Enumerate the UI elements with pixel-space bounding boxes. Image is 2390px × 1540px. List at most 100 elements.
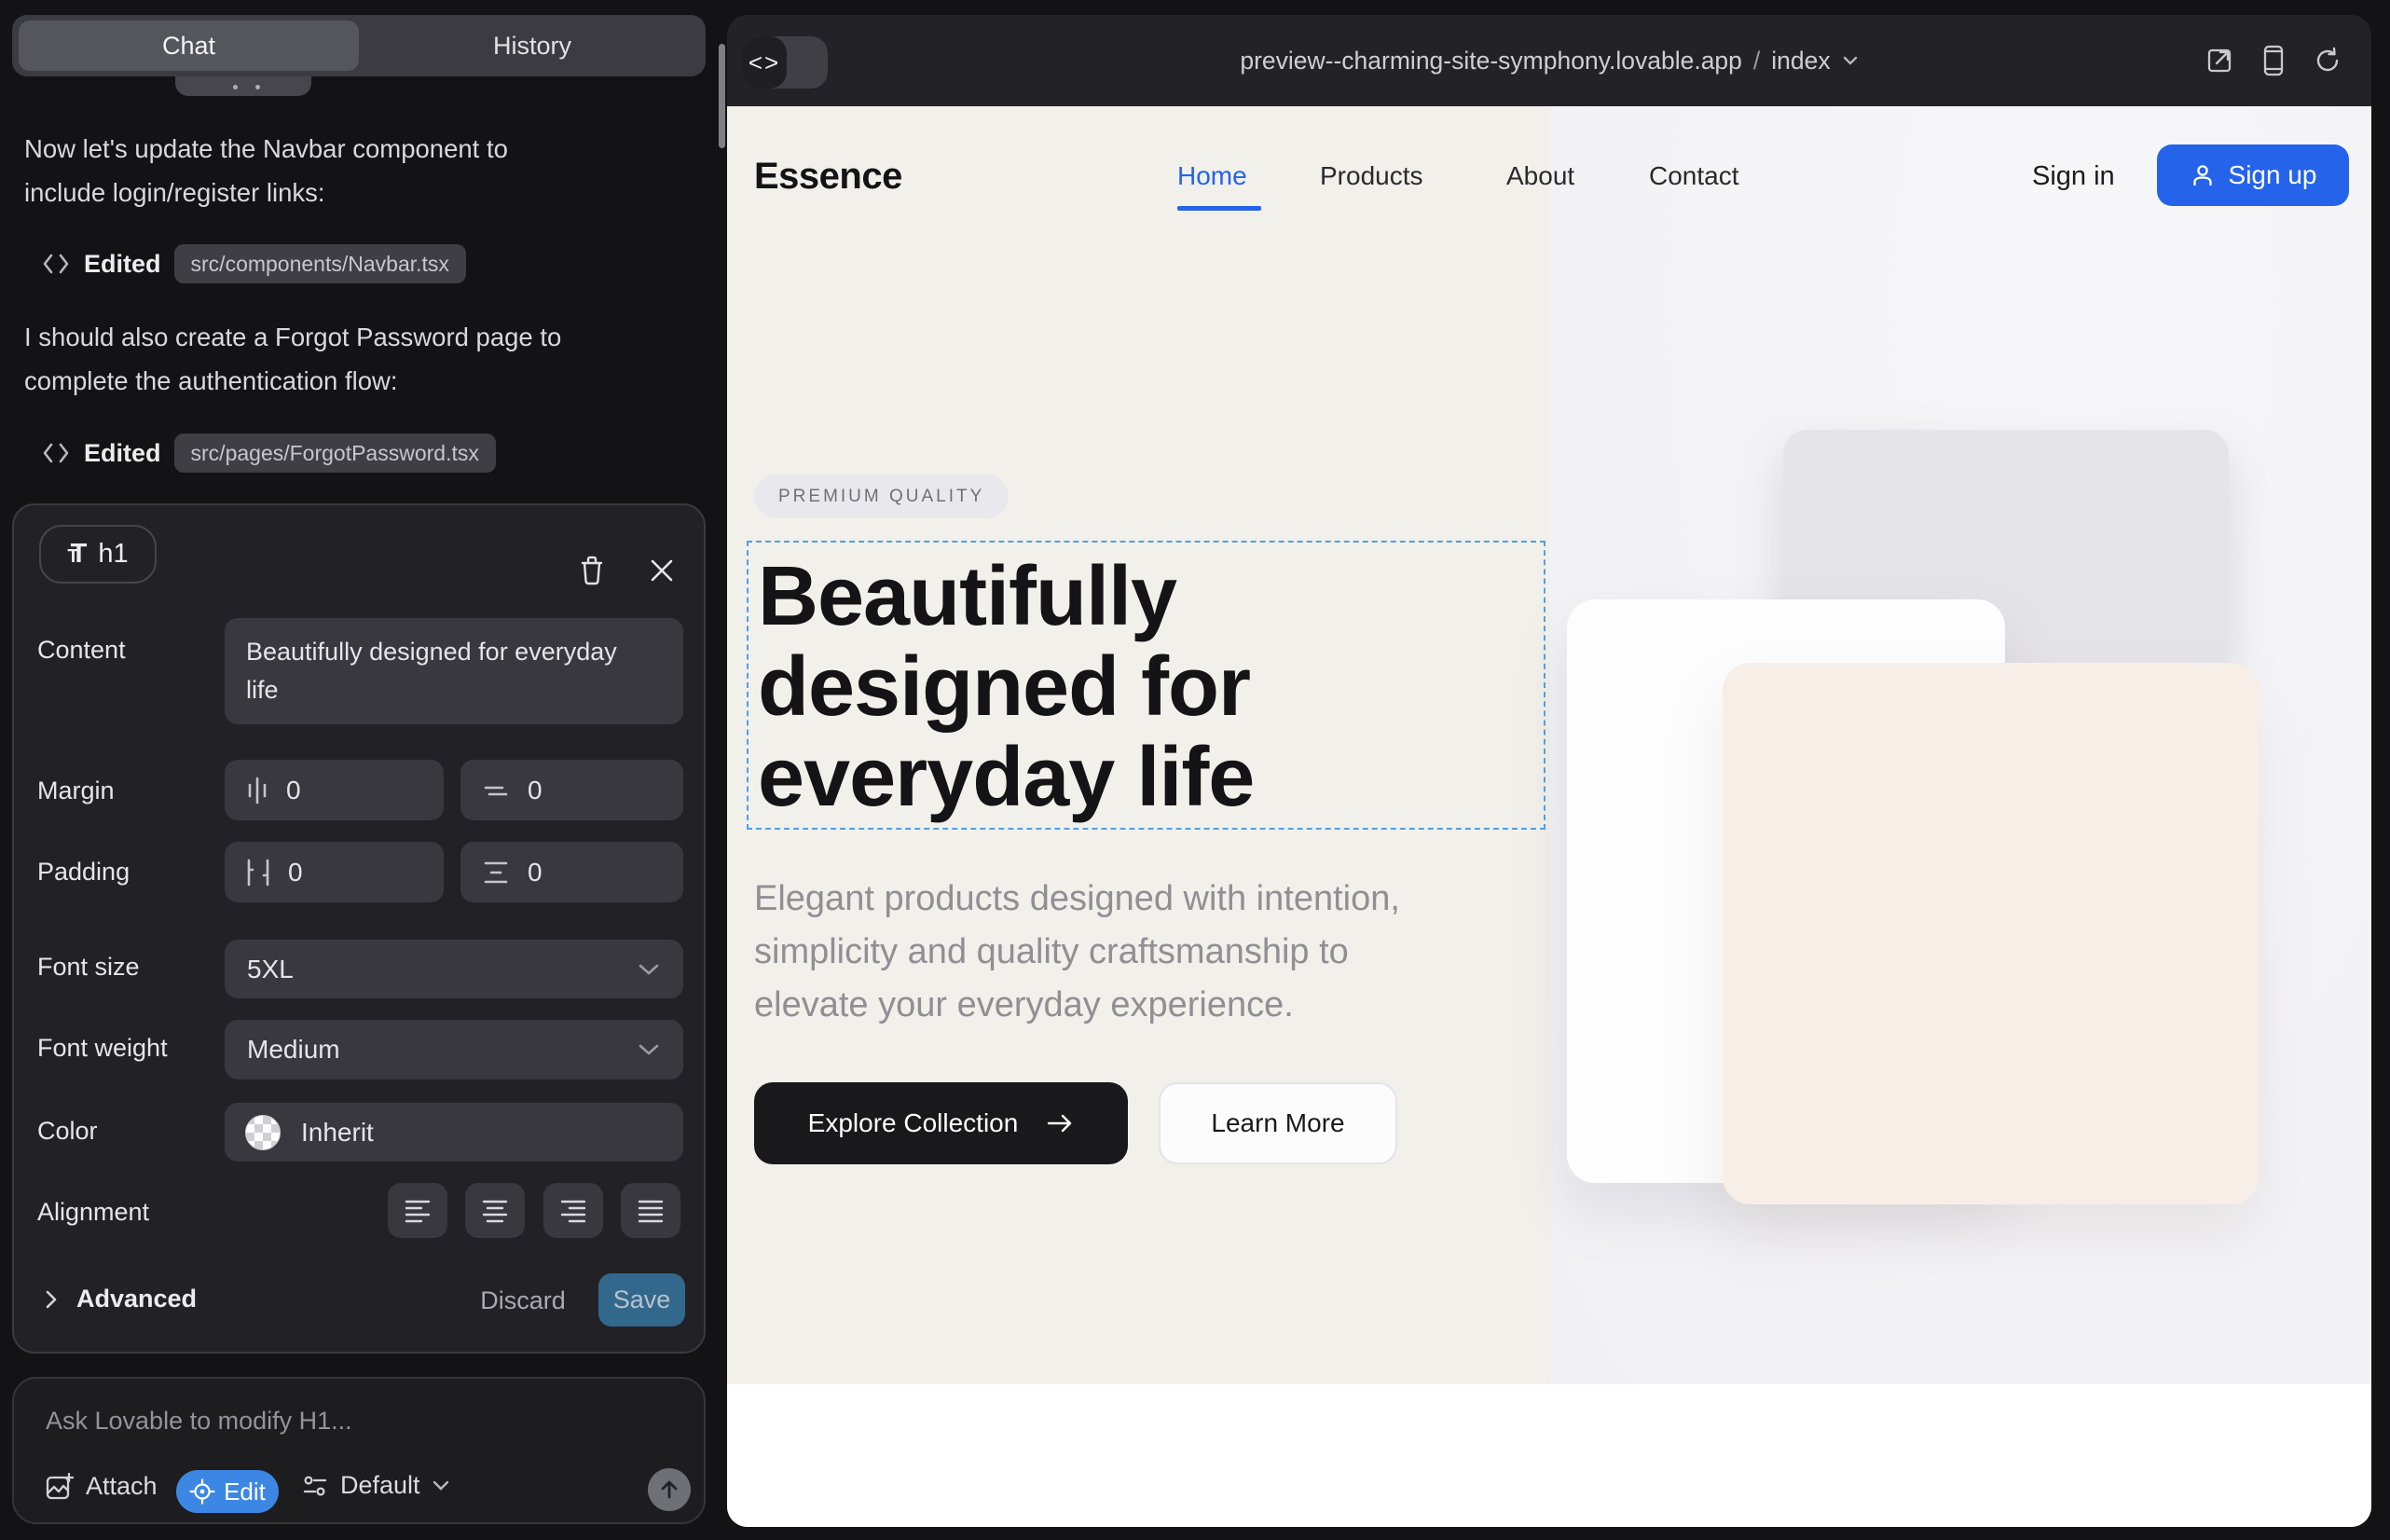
arrow-right-icon	[1046, 1112, 1074, 1134]
send-button[interactable]	[648, 1468, 691, 1511]
dot	[255, 85, 260, 89]
hero-heading-line: designed for	[758, 642, 1254, 733]
chevron-down-icon	[637, 1042, 661, 1057]
tab-chat-label: Chat	[162, 32, 215, 61]
nav-link-contact[interactable]: Contact	[1649, 161, 1739, 191]
preview-browser-window: <> preview--charming-site-symphony.lovab…	[727, 15, 2371, 1527]
prompt-composer: Ask Lovable to modify H1... Attach Edit	[12, 1377, 706, 1524]
padding-horizontal-icon	[245, 857, 271, 888]
dot	[233, 85, 238, 89]
margin-label: Margin	[37, 777, 115, 805]
align-left-button[interactable]	[388, 1183, 447, 1238]
nav-link-products[interactable]: Products	[1320, 161, 1423, 191]
chat-message-line: complete the authentication flow:	[24, 359, 561, 403]
align-justify-icon	[637, 1198, 665, 1224]
color-select[interactable]: Inherit	[225, 1103, 683, 1162]
discard-label: Discard	[480, 1286, 566, 1314]
app-window: Chat History Now let's update the Navbar…	[0, 0, 2390, 1540]
align-center-button[interactable]	[465, 1183, 525, 1238]
learn-more-label: Learn More	[1211, 1108, 1344, 1138]
font-size-value: 5XL	[247, 955, 294, 984]
padding-y-input[interactable]: 0	[460, 842, 683, 902]
quality-badge: PREMIUM QUALITY	[754, 474, 1009, 518]
align-left-icon	[404, 1198, 432, 1224]
chat-message: Now let's update the Navbar component to…	[24, 127, 508, 214]
padding-vertical-icon	[481, 858, 511, 887]
person-icon	[2190, 162, 2216, 188]
prompt-input[interactable]: Ask Lovable to modify H1...	[46, 1407, 352, 1436]
open-external-icon[interactable]	[2205, 47, 2233, 75]
target-icon	[189, 1478, 215, 1505]
align-justify-button[interactable]	[621, 1183, 680, 1238]
type-icon: TT	[67, 539, 87, 570]
tab-chat[interactable]: Chat	[19, 21, 359, 71]
nav-link-about[interactable]: About	[1506, 161, 1574, 191]
close-panel-button[interactable]	[644, 552, 680, 589]
padding-y-value: 0	[528, 858, 543, 887]
selected-element-tag: TT h1	[39, 525, 157, 584]
edited-file-chip[interactable]: src/components/Navbar.tsx	[174, 244, 466, 283]
delete-element-button[interactable]	[573, 550, 611, 591]
edit-label: Edit	[224, 1478, 266, 1506]
preview-page: Essence Home Products About Contact Sign…	[727, 106, 2371, 1527]
url-separator: /	[1753, 47, 1760, 76]
refresh-icon[interactable]	[2314, 47, 2342, 75]
color-label: Color	[37, 1117, 98, 1146]
edited-file-row[interactable]: Edited src/components/Navbar.tsx	[41, 244, 466, 283]
nav-link-home[interactable]: Home	[1177, 161, 1247, 191]
font-weight-value: Medium	[247, 1035, 340, 1065]
margin-x-value: 0	[286, 776, 301, 805]
attach-label: Attach	[86, 1472, 158, 1501]
chat-scrollbar[interactable]	[719, 44, 725, 148]
align-center-icon	[481, 1198, 509, 1224]
learn-more-button[interactable]: Learn More	[1159, 1082, 1397, 1164]
font-weight-label: Font weight	[37, 1034, 168, 1063]
save-button[interactable]: Save	[598, 1273, 685, 1327]
advanced-toggle[interactable]: Advanced	[45, 1285, 197, 1313]
alignment-label: Alignment	[37, 1198, 149, 1227]
padding-x-input[interactable]: 0	[225, 842, 444, 902]
sliders-icon	[301, 1472, 329, 1500]
hero-paragraph: Elegant products designed with intention…	[754, 873, 1400, 1032]
hero-heading-line: Beautifully	[758, 552, 1254, 642]
align-right-button[interactable]	[543, 1183, 603, 1238]
tag-name: h1	[98, 539, 128, 570]
discard-button[interactable]: Discard	[467, 1286, 579, 1315]
content-input[interactable]: Beautifully designed for everyday life	[225, 618, 683, 724]
align-right-icon	[559, 1198, 587, 1224]
margin-x-input[interactable]: 0	[225, 760, 444, 820]
mobile-view-icon[interactable]	[2261, 45, 2286, 76]
hero-heading[interactable]: Beautifully designed for everyday life	[758, 552, 1254, 823]
edited-file-chip[interactable]: src/pages/ForgotPassword.tsx	[174, 433, 496, 473]
chat-message-line: include login/register links:	[24, 171, 508, 214]
font-size-select[interactable]: 5XL	[225, 940, 683, 998]
content-value: Beautifully designed for everyday life	[246, 633, 638, 709]
explore-collection-button[interactable]: Explore Collection	[754, 1082, 1128, 1164]
sign-up-button[interactable]: Sign up	[2157, 144, 2349, 206]
url-text: preview--charming-site-symphony.lovable.…	[1240, 47, 1742, 76]
edited-file-row[interactable]: Edited src/pages/ForgotPassword.tsx	[41, 433, 496, 473]
mode-selector[interactable]: Default	[301, 1471, 450, 1500]
url-bar[interactable]: preview--charming-site-symphony.lovable.…	[727, 15, 2371, 106]
edit-mode-button[interactable]: Edit	[176, 1470, 279, 1513]
tab-history-label: History	[493, 32, 571, 61]
sign-in-link[interactable]: Sign in	[2032, 161, 2115, 192]
next-section-background	[727, 1384, 2371, 1527]
attach-button[interactable]: Attach	[45, 1471, 158, 1501]
trash-icon	[578, 555, 606, 586]
hero-heading-line: everyday life	[758, 733, 1254, 823]
site-logo[interactable]: Essence	[754, 156, 902, 198]
chevron-down-icon	[432, 1479, 450, 1492]
code-icon	[41, 441, 71, 465]
element-inspector-panel: TT h1 Content Beautifully designed for e…	[12, 503, 706, 1354]
font-weight-select[interactable]: Medium	[225, 1020, 683, 1079]
edited-label: Edited	[84, 439, 161, 468]
margin-vertical-icon	[481, 778, 511, 803]
sign-up-label: Sign up	[2229, 160, 2317, 190]
save-label: Save	[613, 1286, 671, 1314]
chat-history-tabbar: Chat History	[12, 15, 706, 76]
tab-history[interactable]: History	[359, 15, 706, 76]
padding-label: Padding	[37, 858, 130, 887]
browser-actions	[2205, 15, 2342, 106]
margin-y-input[interactable]: 0	[460, 760, 683, 820]
